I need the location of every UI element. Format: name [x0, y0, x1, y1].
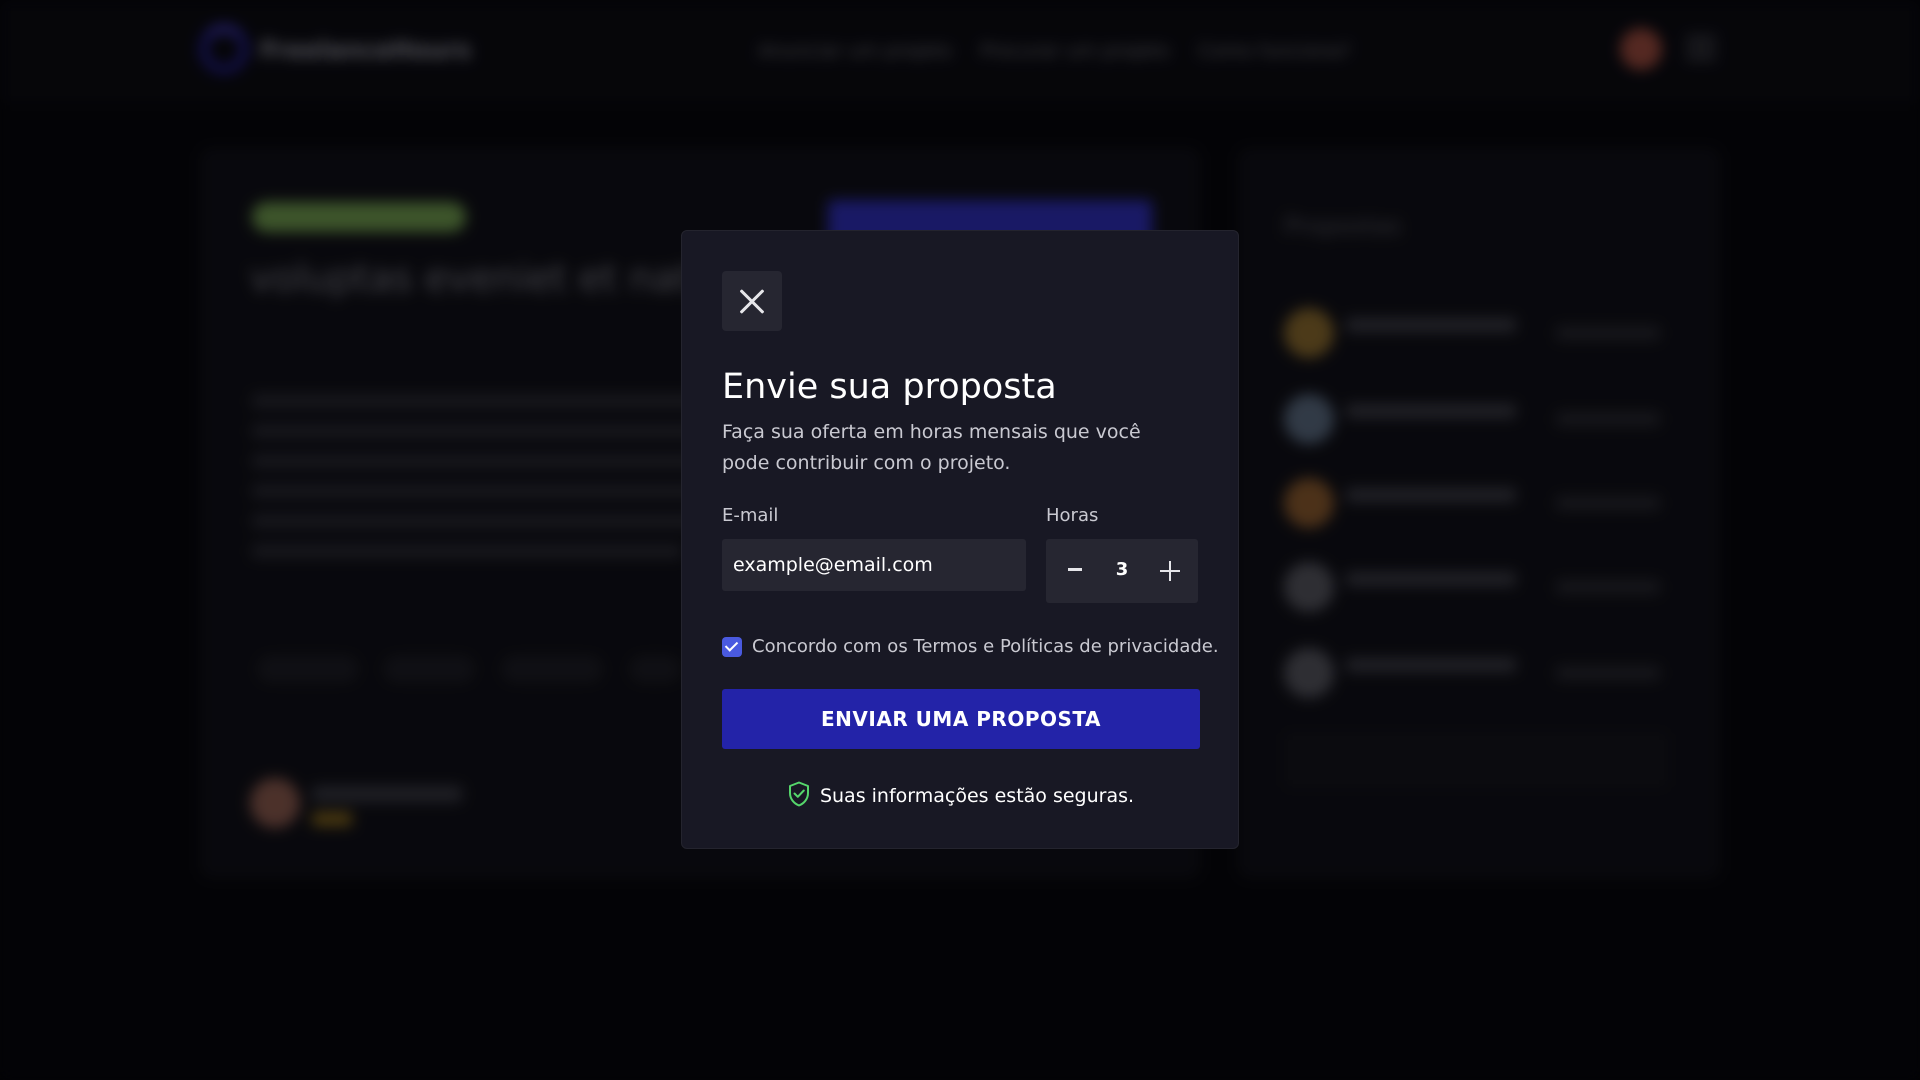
secure-text: Suas informações estão seguras.: [819, 785, 1135, 807]
secure-note: Suas informações estão seguras.: [682, 781, 1240, 807]
email-field[interactable]: [722, 539, 1026, 591]
modal-title: Envie sua proposta: [722, 367, 1057, 407]
shield-check-icon: [788, 781, 809, 807]
submit-proposal-button[interactable]: ENVIAR UMA PROPOSTA: [722, 689, 1200, 749]
email-label: E-mail: [722, 505, 779, 526]
modal-description: Faça sua oferta em horas mensais que voc…: [722, 421, 1141, 474]
proposal-modal: Envie sua proposta Faça sua oferta em ho…: [681, 230, 1239, 849]
terms-label: Concordo com os Termos e Políticas de pr…: [752, 636, 1219, 657]
hours-value[interactable]: 3: [1102, 559, 1142, 580]
hours-label: Horas: [1046, 505, 1099, 526]
plus-icon[interactable]: [1160, 561, 1180, 581]
minus-icon[interactable]: [1068, 568, 1082, 571]
hours-stepper: 3: [1046, 539, 1198, 603]
close-icon[interactable]: [722, 271, 782, 331]
terms-checkbox[interactable]: [722, 637, 742, 657]
